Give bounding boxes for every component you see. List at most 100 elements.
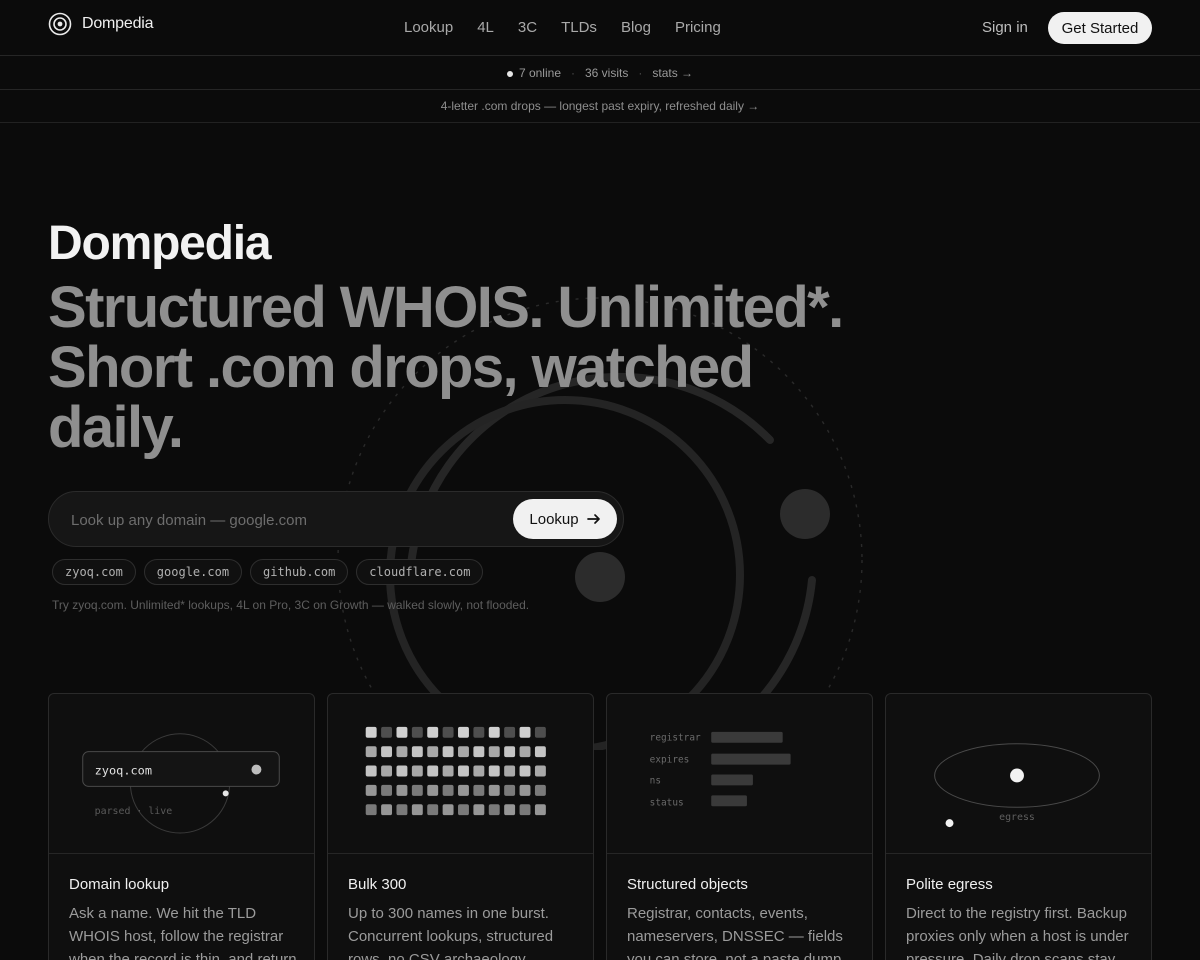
nav-blog[interactable]: Blog [621, 19, 651, 36]
bulk-cell [519, 746, 531, 758]
bulk-cell [411, 804, 423, 816]
bulk-cell [365, 726, 377, 738]
bulk-cell [534, 765, 546, 777]
field-label: ns [650, 775, 661, 786]
domain-search-input[interactable] [71, 508, 491, 532]
bulk-grid-illustration [328, 726, 593, 854]
bulk-cell [534, 784, 546, 796]
field-label: status [650, 797, 684, 808]
feature-cards: zyoq.com parsed · live Domain lookup Ask… [48, 693, 1152, 960]
logo-orbit-icon [48, 12, 72, 36]
get-started-button[interactable]: Get Started [1048, 12, 1152, 44]
bulk-cell [473, 746, 485, 758]
bulk-cell [427, 726, 439, 738]
bulk-cell [504, 726, 516, 738]
lookup-viz-caption: parsed · live [95, 806, 173, 817]
bulk-cell [442, 746, 454, 758]
nav-pricing[interactable]: Pricing [675, 19, 721, 36]
field-label: registrar [650, 733, 701, 744]
bulk-cell [473, 726, 485, 738]
bulk-cell [381, 765, 393, 777]
bulk-cell [519, 804, 531, 816]
bulk-cell [458, 804, 469, 816]
bulk-cell [488, 746, 500, 758]
example-domains: zyoq.com google.com github.com cloudflar… [52, 559, 484, 585]
bulk-cell [365, 765, 377, 777]
bulk-cell [534, 746, 546, 758]
hero-tagline: Structured WHOIS. Unlimited*. Short .com… [48, 275, 844, 460]
search-hint: Try zyoq.com. Unlimited* lookups, 4L on … [52, 598, 530, 612]
bulk-cell [458, 726, 469, 738]
bulk-cell [427, 784, 439, 796]
stats-bar: 7 online · 36 visits · stats → [0, 57, 1200, 90]
feature-card-domain-lookup: zyoq.com parsed · live Domain lookup Ask… [48, 693, 315, 960]
bulk-cell [365, 784, 377, 796]
main-menu: Lookup 4L 3C TLDs Blog Pricing [404, 19, 745, 36]
bulk-cell [519, 726, 531, 738]
example-chip[interactable]: zyoq.com [52, 559, 136, 585]
bulk-cell [442, 765, 454, 777]
bulk-cell [442, 804, 454, 816]
bulk-cell [365, 746, 377, 758]
card-body: Ask a name. We hit the TLD WHOIS host, f… [69, 905, 297, 960]
bulk-cell [488, 726, 500, 738]
bulk-cell [473, 804, 485, 816]
bulk-cell [504, 784, 516, 796]
card-title: Polite egress [906, 876, 993, 893]
bulk-cell [534, 804, 546, 816]
bulk-cell [473, 765, 485, 777]
bulk-cell [519, 765, 531, 777]
domain-search: Look up [48, 491, 624, 547]
online-dot-icon [506, 70, 513, 77]
online-count: 7 online [518, 66, 561, 80]
bulk-cell [504, 746, 516, 758]
lookup-illustration: zyoq.com parsed · live [49, 733, 314, 854]
bulk-cell [396, 726, 408, 738]
stats-link[interactable]: stats → [652, 66, 693, 80]
bulk-cell [381, 746, 393, 758]
example-chip[interactable]: github.com [250, 559, 349, 585]
bulk-cell [488, 784, 500, 796]
bulk-cell [381, 804, 393, 816]
separator: · [571, 66, 575, 80]
bulk-cell [396, 804, 408, 816]
feature-card-bulk: Bulk 300 Up to 300 names in one burst. C… [327, 693, 594, 960]
nav-3c[interactable]: 3C [518, 19, 537, 36]
field-label: expires [650, 755, 690, 766]
bulk-cell [381, 726, 393, 738]
announcement-banner[interactable]: 4-letter .com drops — longest past expir… [0, 90, 1200, 123]
card-title: Domain lookup [69, 876, 170, 893]
egress-illustration: egress [886, 743, 1151, 854]
card-body: Direct to the registry first. Backup pro… [906, 905, 1129, 960]
bulk-cell [504, 765, 516, 777]
bulk-cell [442, 784, 454, 796]
separator: · [638, 66, 643, 80]
bulk-cell [488, 765, 500, 777]
bulk-cell [519, 784, 531, 796]
brand-link[interactable]: Dompedia [48, 12, 154, 36]
bulk-cell [442, 726, 454, 738]
bulk-cell [411, 726, 423, 738]
example-chip[interactable]: cloudflare.com [356, 559, 484, 585]
bulk-cell [411, 784, 423, 796]
nav-lookup[interactable]: Lookup [404, 19, 453, 36]
bulk-cell [458, 765, 469, 777]
feature-card-egress: egress Polite egress Direct to the regis… [885, 693, 1152, 960]
card-body: Up to 300 names in one burst. Concurrent… [348, 905, 554, 960]
bulk-cell [427, 765, 439, 777]
example-chip[interactable]: google.com [143, 559, 243, 585]
lookup-button-label: Lookup [529, 510, 579, 528]
bulk-cell [381, 784, 393, 796]
top-nav: Dompedia Lookup 4L 3C TLDs Blog Pricing … [0, 0, 1200, 56]
bulk-cell [396, 765, 408, 777]
nav-tlds[interactable]: TLDs [561, 19, 597, 36]
online-indicator: 7 online [506, 66, 561, 80]
card-title: Bulk 300 [348, 876, 407, 893]
nav-4l[interactable]: 4L [477, 19, 494, 36]
bulk-cell [534, 726, 546, 738]
bulk-cell [427, 804, 439, 816]
lookup-button[interactable]: Lookup [513, 499, 617, 539]
sign-in-link[interactable]: Sign in [982, 19, 1028, 36]
bulk-cell [458, 784, 469, 796]
bulk-cell [396, 784, 408, 796]
